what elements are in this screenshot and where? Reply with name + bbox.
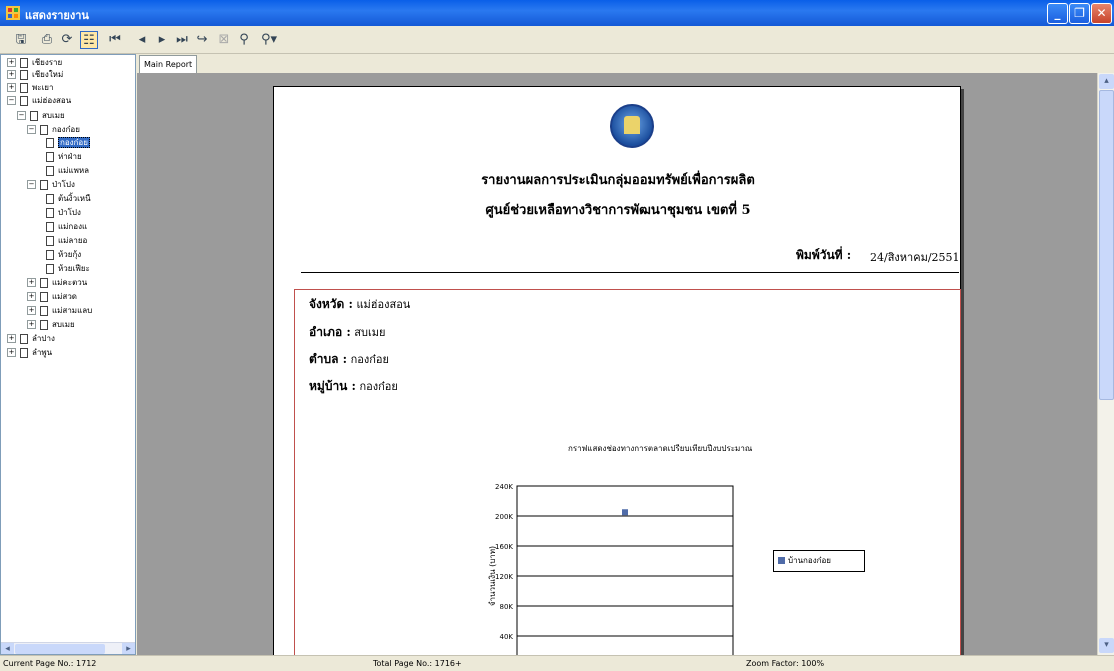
tree-node[interactable]: + แม่คะตวน bbox=[27, 277, 87, 289]
total-page-status: Total Page No.: 1716+ bbox=[373, 659, 462, 668]
tree-node-selected[interactable]: กองก๋อย bbox=[46, 137, 90, 149]
scroll-thumb[interactable] bbox=[15, 644, 105, 654]
y-tick-label: 160K bbox=[495, 543, 513, 551]
next-page-icon[interactable]: ▸ bbox=[153, 31, 171, 49]
refresh-icon[interactable]: ⟳ bbox=[58, 31, 76, 49]
chart-legend: บ้านกองก๋อย bbox=[773, 550, 865, 572]
title-bar: แสดงรายงาน _ ❐ ✕ bbox=[0, 0, 1114, 26]
data-point bbox=[622, 509, 628, 516]
y-tick-label: 40K bbox=[500, 633, 514, 641]
tree-node[interactable]: ห้วยเฟียะ bbox=[46, 263, 90, 275]
stop-icon[interactable]: ⊠ bbox=[215, 31, 233, 49]
subdistrict-field: ตำบล : กองก๋อย bbox=[309, 352, 389, 366]
province-field: จังหวัด : แม่ฮ่องสอน bbox=[309, 297, 411, 311]
print-icon[interactable]: ⎙ bbox=[38, 31, 56, 49]
first-page-icon[interactable]: ⏮ bbox=[106, 31, 124, 49]
tree-node[interactable]: − สบเมย bbox=[17, 110, 65, 122]
print-date-label: พิมพ์วันที่ : bbox=[796, 248, 852, 262]
report-window: แสดงรายงาน _ ❐ ✕ 🖫 ⎙ ⟳ ☷ ⏮ ◂ ▸ ⏭ ↪ ⊠ ⚲ ⚲… bbox=[0, 0, 1114, 671]
tree-node[interactable]: + แม่สามแลบ bbox=[27, 305, 92, 317]
group-tree[interactable]: + เชียงราย + เชียงใหม่ + พะเยา − แม่ฮ่องสอน … bbox=[0, 54, 136, 655]
legend-label: บ้านกองก๋อย bbox=[788, 556, 831, 565]
report-page: รายงานผลการประเมินกลุ่มออมทรัพย์เพื่อการ… bbox=[273, 86, 961, 655]
tree-node[interactable]: + สบเมย bbox=[27, 319, 75, 331]
chart-title: กราฟแสดงช่องทางการตลาดเปรียบเทียบปีงบประ… bbox=[568, 444, 753, 453]
tree-node[interactable]: ป่าโปง bbox=[46, 207, 81, 219]
zoom-status: Zoom Factor: 100% bbox=[746, 659, 825, 668]
tree-node[interactable]: ต้นงิ้วเหนื bbox=[46, 193, 91, 205]
tree-node[interactable]: + ลำปาง bbox=[7, 333, 55, 345]
tree-node[interactable]: − ป่าโปง bbox=[27, 179, 75, 191]
scroll-down-icon[interactable]: ▾ bbox=[1099, 638, 1114, 653]
close-button[interactable]: ✕ bbox=[1091, 3, 1112, 24]
report-subtitle: ศูนย์ช่วยเหลือทางวิชาการพัฒนาชุมชน เขตที… bbox=[485, 203, 751, 218]
tree-node[interactable]: + พะเยา bbox=[7, 82, 53, 94]
tree-node[interactable]: + เชียงใหม่ bbox=[7, 69, 63, 81]
scroll-left-icon[interactable]: ◂ bbox=[1, 643, 14, 654]
report-viewer[interactable]: รายงานผลการประเมินกลุ่มออมทรัพย์เพื่อการ… bbox=[137, 73, 1097, 655]
district-field: อำเภอ : สบเมย bbox=[309, 325, 386, 339]
viewer-vertical-scrollbar[interactable]: ▴ ▾ bbox=[1097, 73, 1114, 655]
scroll-right-icon[interactable]: ▸ bbox=[122, 643, 135, 654]
organization-logo bbox=[610, 104, 654, 148]
find-icon[interactable]: ⚲ bbox=[235, 31, 253, 49]
current-page-status: Current Page No.: 1712 bbox=[3, 659, 97, 668]
tree-node[interactable]: + แม่สวด bbox=[27, 291, 77, 303]
report-toolbar: 🖫 ⎙ ⟳ ☷ ⏮ ◂ ▸ ⏭ ↪ ⊠ ⚲ ⚲▾ bbox=[0, 26, 1114, 54]
legend-swatch bbox=[778, 557, 785, 564]
scroll-up-icon[interactable]: ▴ bbox=[1099, 74, 1114, 89]
y-tick-label: 120K bbox=[495, 573, 513, 581]
toggle-tree-icon[interactable]: ☷ bbox=[80, 31, 98, 49]
y-tick-label: 80K bbox=[500, 603, 514, 611]
export-icon[interactable]: 🖫 bbox=[12, 31, 30, 49]
detail-section: จังหวัด : แม่ฮ่องสอน อำเภอ : สบเมย ตำบล … bbox=[294, 289, 961, 655]
tree-node[interactable]: − กองก๋อย bbox=[27, 124, 80, 136]
print-date-value: 24/สิงหาคม/2551 bbox=[870, 251, 960, 264]
tree-node[interactable]: + ลำพูน bbox=[7, 347, 52, 359]
status-bar: Current Page No.: 1712 Total Page No.: 1… bbox=[0, 655, 1114, 671]
window-title: แสดงรายงาน bbox=[25, 9, 89, 22]
minimize-button[interactable]: _ bbox=[1047, 3, 1068, 24]
y-tick-label: 200K bbox=[495, 513, 513, 521]
app-icon bbox=[6, 6, 20, 20]
prev-page-icon[interactable]: ◂ bbox=[133, 31, 151, 49]
tree-node[interactable]: + เชียงราย bbox=[7, 57, 62, 69]
tree-horizontal-scrollbar[interactable]: ◂ ▸ bbox=[1, 642, 135, 654]
tree-node[interactable]: ห้วยกุ้ง bbox=[46, 249, 81, 261]
tree-node[interactable]: ห่าฝ่าย bbox=[46, 151, 82, 163]
tree-node[interactable]: แม่แพหล bbox=[46, 165, 89, 177]
y-axis-label: จำนวนเงิน (บาท) bbox=[488, 546, 497, 606]
divider bbox=[301, 272, 959, 273]
tree-node[interactable]: − แม่ฮ่องสอน bbox=[7, 95, 71, 107]
y-tick-label: 240K bbox=[495, 483, 513, 491]
scroll-thumb[interactable] bbox=[1099, 90, 1114, 400]
tab-main-report[interactable]: Main Report bbox=[139, 55, 198, 73]
zoom-icon[interactable]: ⚲▾ bbox=[256, 31, 282, 49]
report-tabbar: Main Report bbox=[137, 54, 1114, 73]
tree-node[interactable]: แม่ลายอ bbox=[46, 235, 87, 247]
maximize-button[interactable]: ❐ bbox=[1069, 3, 1090, 24]
tree-node[interactable]: แม่กองแ bbox=[46, 221, 87, 233]
goto-page-icon[interactable]: ↪ bbox=[193, 31, 211, 49]
village-field: หมู่บ้าน : กองก๋อย bbox=[309, 379, 398, 393]
report-title: รายงานผลการประเมินกลุ่มออมทรัพย์เพื่อการ… bbox=[481, 173, 755, 188]
last-page-icon[interactable]: ⏭ bbox=[173, 31, 191, 49]
